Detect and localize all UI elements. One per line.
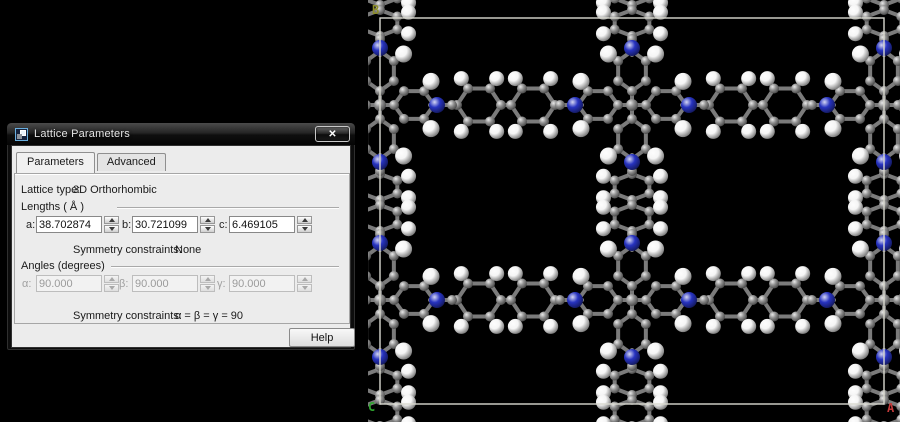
angle-beta-label: β: [119,278,129,290]
spin-up-button [200,275,215,283]
length-a-spinner[interactable] [104,216,119,233]
app-icon [15,127,28,141]
spin-up-button [104,275,119,283]
chevron-down-icon [301,227,308,231]
chevron-down-icon [108,227,115,231]
length-c-label: c: [219,219,228,231]
axis-label-a: A [887,401,895,415]
angle-alpha-label: α: [22,278,32,290]
chevron-down-icon [108,286,115,290]
spin-down-button [297,284,312,292]
length-a-input[interactable] [36,216,102,233]
structure-viewer[interactable]: B C A [368,0,900,422]
spin-up-button[interactable] [104,216,119,224]
symmetry-constraints-value: None [175,244,202,256]
angle-alpha-input [36,275,102,292]
close-icon: ✕ [328,128,337,140]
dialog-title: Lattice Parameters [34,128,130,140]
lattice-parameters-dialog: Lattice Parameters ✕ Parameters Advanced… [6,122,356,351]
chevron-up-icon [301,218,308,222]
lengths-group-label: Lengths ( Å ) [21,201,84,213]
angle-beta-spinner [200,275,215,292]
angles-group-label: Angles (degrees) [21,260,105,272]
spin-up-button [297,275,312,283]
lattice-type-value: 3D Orthorhombic [73,184,157,196]
molecule-layer [368,0,900,422]
lengths-group-rule [117,207,339,209]
spin-up-button[interactable] [297,216,312,224]
app-icon-square-small [17,133,22,139]
angle-gamma-label: γ: [217,278,226,290]
chevron-up-icon [301,277,308,281]
chevron-down-icon [204,286,211,290]
help-button[interactable]: Help [289,328,355,347]
symmetry-constraints-label: Symmetry constraints: [73,244,182,256]
axis-label-c: C [368,400,375,414]
chevron-up-icon [204,218,211,222]
spin-down-button [200,284,215,292]
spin-down-button[interactable] [104,225,119,233]
dialog-client-area: Parameters Advanced Lattice type: 3D Ort… [11,145,355,348]
length-b-input[interactable] [132,216,198,233]
lattice-type-label: Lattice type: [21,184,81,196]
length-b-spinner[interactable] [200,216,215,233]
length-b-label: b: [122,219,132,231]
angles-symmetry-label: Symmetry constraints: [73,310,182,322]
tab-strip: Parameters Advanced [16,152,168,173]
spin-down-button[interactable] [297,225,312,233]
close-button[interactable]: ✕ [315,126,350,142]
angle-gamma-spinner [297,275,312,292]
chevron-up-icon [108,277,115,281]
dialog-titlebar[interactable]: Lattice Parameters ✕ [7,123,355,145]
chevron-up-icon [108,218,115,222]
length-c-input[interactable] [229,216,295,233]
angle-alpha-spinner [104,275,119,292]
tab-parameters[interactable]: Parameters [16,152,95,173]
length-a-label: a: [26,219,36,231]
angle-beta-input [132,275,198,292]
angles-group-rule [111,266,339,268]
spin-down-button [104,284,119,292]
length-c-spinner[interactable] [297,216,312,233]
angle-gamma-input [229,275,295,292]
chevron-up-icon [204,277,211,281]
chevron-down-icon [301,286,308,290]
tab-advanced[interactable]: Advanced [96,153,166,171]
chevron-down-icon [204,227,211,231]
parameters-tab-page: Lattice type: 3D Orthorhombic Lengths ( … [14,173,350,324]
axis-label-b: B [372,3,379,17]
spin-up-button[interactable] [200,216,215,224]
spin-down-button[interactable] [200,225,215,233]
angles-symmetry-value: α = β = γ = 90 [175,310,244,322]
app-root: B C A Lattice Parameters ✕ Parameters Adva… [0,0,900,422]
